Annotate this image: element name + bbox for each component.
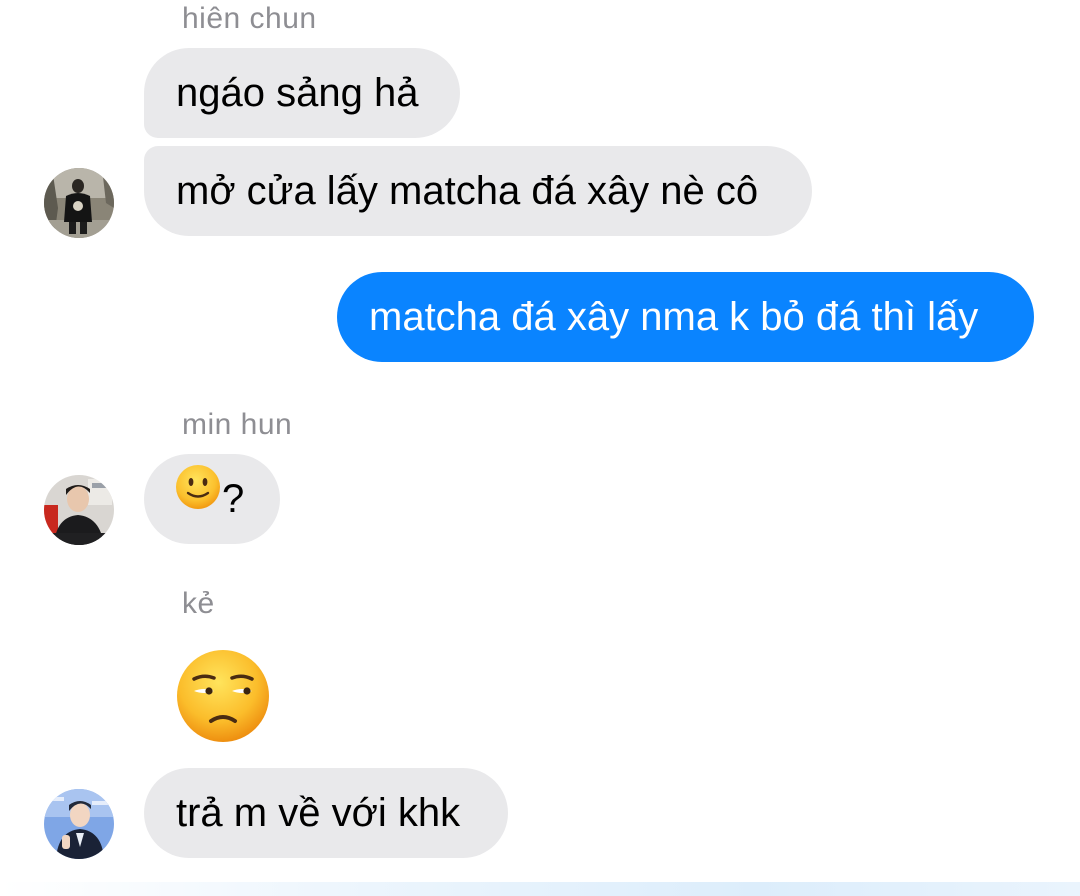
avatar-photo-icon — [44, 168, 114, 238]
slightly-smiling-face-icon — [174, 453, 222, 543]
avatar-photo-icon — [44, 789, 114, 859]
avatar-min-hun[interactable] — [44, 475, 114, 545]
message-bubble[interactable]: ? — [144, 454, 280, 544]
avatar-hien-chun[interactable] — [44, 168, 114, 238]
sender-name-hien-chun: hiên chun — [182, 2, 317, 35]
sender-name-min-hun: min hun — [182, 408, 293, 441]
bottom-gradient-bar — [0, 882, 1080, 896]
message-bubble[interactable]: mở cửa lấy matcha đá xây nè cô — [144, 146, 812, 236]
sender-name-ke: kẻ — [182, 587, 215, 620]
unamused-face-icon[interactable] — [174, 647, 272, 745]
chat-thread: hiên chun ngáo sảng hả mở cửa lấy matcha… — [0, 0, 1080, 896]
message-bubble[interactable]: trả m về với khk — [144, 768, 508, 858]
avatar-photo-icon — [44, 475, 114, 545]
message-bubble[interactable]: ngáo sảng hả — [144, 48, 460, 138]
message-bubble-outgoing[interactable]: matcha đá xây nma k bỏ đá thì lấy — [337, 272, 1034, 362]
message-text: ? — [222, 477, 245, 521]
avatar-ke[interactable] — [44, 789, 114, 859]
